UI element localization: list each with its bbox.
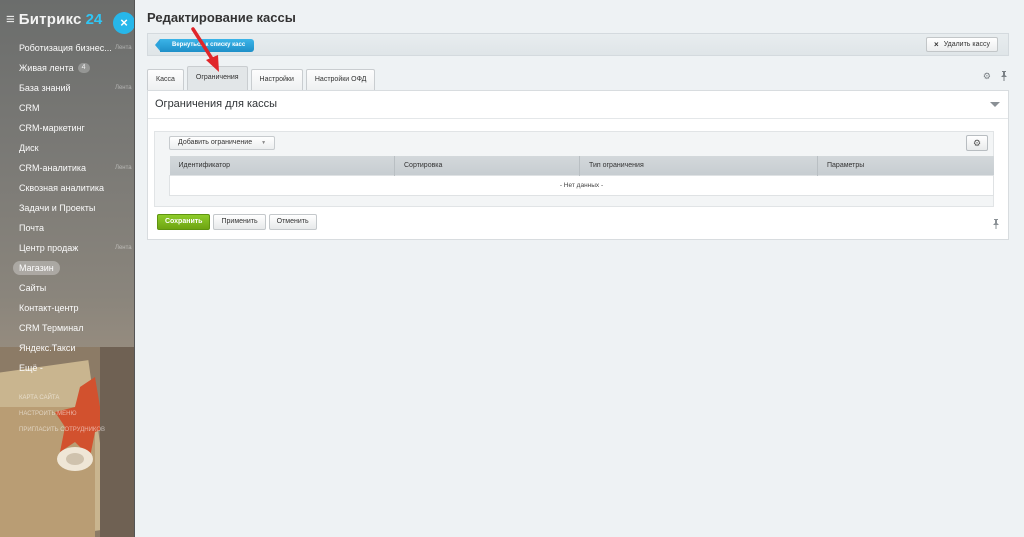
save-button[interactable]: Сохранить: [157, 214, 211, 230]
delete-cashbox-label: Удалить кассу: [943, 41, 990, 48]
divider: [148, 118, 1008, 119]
sidebar-item-label: Сквозная аналитика: [19, 183, 105, 193]
sidebar-item-label: Роботизация бизнес...: [19, 43, 112, 53]
form-tabs: Касса Ограничения Настройки Настройки ОФ…: [147, 66, 378, 90]
tab-cashbox[interactable]: Касса: [147, 69, 184, 90]
sidebar-item-label: Ещё -: [19, 363, 43, 373]
sidebar-item-label: CRM-маркетинг: [19, 123, 85, 133]
pin-icon[interactable]: [1000, 71, 1008, 83]
hamburger-menu-icon[interactable]: ≡: [6, 11, 15, 28]
gear-icon[interactable]: ⚙: [983, 71, 991, 83]
sidebar-item-contact-center[interactable]: Контакт-центр: [0, 298, 134, 318]
sidebar-item-label: CRM-аналитика: [19, 163, 87, 173]
cancel-button[interactable]: Отменить: [268, 214, 317, 230]
add-restriction-button[interactable]: Добавить ограничение ▼: [169, 136, 276, 150]
sidebar-footer-links: Карта сайта Настроить меню Пригласить со…: [19, 390, 105, 438]
sidebar-item-label: Живая лента: [19, 63, 74, 73]
sidebar-item-knowledge-base[interactable]: База знаний Лента: [0, 78, 134, 98]
restrictions-grid: Добавить ограничение ▼ ⚙ Идентификатор С…: [154, 131, 994, 207]
grid-settings-button[interactable]: ⚙: [966, 135, 988, 151]
sidebar-item-ghost-label: Лента: [115, 85, 132, 91]
page-title: Редактирование кассы: [147, 10, 296, 25]
table-header-row: Идентификатор Сортировка Тип ограничения…: [169, 156, 994, 175]
tab-restrictions[interactable]: Ограничения: [186, 66, 248, 90]
tab-ofd-settings[interactable]: Настройки ОФД: [305, 69, 376, 90]
column-header-params[interactable]: Параметры: [817, 156, 994, 175]
sidebar-item-feed[interactable]: Живая лента 4: [0, 58, 134, 78]
sidebar-item-sales-center[interactable]: Центр продаж Лента: [0, 238, 134, 258]
sidebar-item-crm-marketing[interactable]: CRM-маркетинг: [0, 118, 134, 138]
sidebar-item-end-to-end-analytics[interactable]: Сквозная аналитика: [0, 178, 134, 198]
close-icon: ×: [934, 40, 939, 49]
sidebar-item-label: Сайты: [19, 283, 47, 293]
sidebar-item-label: CRM: [19, 103, 40, 113]
close-slider-button[interactable]: ×: [113, 12, 134, 34]
column-header-type[interactable]: Тип ограничения: [579, 156, 818, 175]
sidebar-item-tasks[interactable]: Задачи и Проекты: [0, 198, 134, 218]
sidebar-item-label: Центр продаж: [19, 243, 79, 253]
back-to-list-button[interactable]: Вернуться к списку касс: [154, 39, 255, 52]
logo-text: Битрикс: [18, 10, 82, 28]
sidebar: ≡ Битрикс 24 × Роботизация бизнес... Лен…: [0, 0, 135, 537]
apply-button[interactable]: Применить: [213, 214, 266, 230]
sidebar-item-label: CRM Терминал: [19, 323, 84, 333]
configure-menu-link[interactable]: Настроить меню: [19, 406, 105, 422]
sidebar-menu: Роботизация бизнес... Лента Живая лента …: [0, 38, 134, 378]
tab-settings[interactable]: Настройки: [250, 69, 303, 90]
empty-data-cell: - Нет данных -: [169, 174, 994, 196]
delete-cashbox-button[interactable]: × Удалить кассу: [926, 37, 998, 52]
tab-tools: ⚙: [983, 71, 1008, 83]
sidebar-item-ghost-label: Лента: [115, 165, 132, 171]
grid-toolbar: Добавить ограничение ▼ ⚙: [155, 132, 993, 156]
feed-counter-badge: 4: [77, 63, 90, 73]
sidebar-item-mail[interactable]: Почта: [0, 218, 134, 238]
column-header-id[interactable]: Идентификатор: [169, 156, 395, 175]
chevron-down-icon: ▼: [261, 140, 267, 146]
add-restriction-label: Добавить ограничение: [178, 139, 253, 146]
sidebar-item-label: Задачи и Проекты: [19, 203, 96, 213]
sidebar-item-crm-analytics[interactable]: CRM-аналитика Лента: [0, 158, 134, 178]
sidebar-item-label: Почта: [19, 223, 44, 233]
app-logo[interactable]: ≡ Битрикс 24: [6, 10, 102, 28]
collapse-triangle-icon[interactable]: [990, 102, 1000, 107]
sidebar-item-disk[interactable]: Диск: [0, 138, 134, 158]
sitemap-link[interactable]: Карта сайта: [19, 390, 105, 406]
column-header-sort[interactable]: Сортировка: [394, 156, 580, 175]
restrictions-table: Идентификатор Сортировка Тип ограничения…: [169, 156, 994, 196]
sidebar-item-ghost-label: Лента: [115, 45, 132, 51]
gear-icon: ⚙: [972, 138, 982, 148]
sidebar-item-crm-terminal[interactable]: CRM Терминал: [0, 318, 134, 338]
context-toolbar: Вернуться к списку касс × Удалить кассу: [147, 33, 1009, 56]
sidebar-item-label: Диск: [19, 143, 39, 153]
restrictions-panel: Ограничения для кассы Добавить ограничен…: [147, 90, 1009, 240]
sidebar-item-more[interactable]: Ещё -: [0, 358, 134, 378]
sidebar-item-sites[interactable]: Сайты: [0, 278, 134, 298]
sidebar-item-automation[interactable]: Роботизация бизнес... Лента: [0, 38, 134, 58]
pin-icon[interactable]: [992, 219, 1000, 231]
form-actions: Сохранить Применить Отменить: [157, 214, 317, 230]
sidebar-item-label: Контакт-центр: [19, 303, 79, 313]
table-row: - Нет данных -: [169, 174, 994, 196]
sidebar-item-yandex-taxi[interactable]: Яндекс.Такси: [0, 338, 134, 358]
logo-number: 24: [85, 10, 103, 28]
sidebar-item-shop[interactable]: Магазин: [0, 258, 134, 278]
sidebar-item-crm[interactable]: CRM: [0, 98, 134, 118]
sidebar-item-label: Яндекс.Такси: [19, 343, 76, 353]
invite-employees-link[interactable]: Пригласить сотрудников: [19, 422, 105, 438]
sidebar-item-label: Магазин: [13, 261, 60, 275]
sidebar-item-label: База знаний: [19, 83, 71, 93]
panel-title: Ограничения для кассы: [155, 98, 278, 110]
sidebar-item-ghost-label: Лента: [115, 245, 132, 251]
main-content: Редактирование кассы Вернуться к списку …: [136, 0, 1024, 537]
